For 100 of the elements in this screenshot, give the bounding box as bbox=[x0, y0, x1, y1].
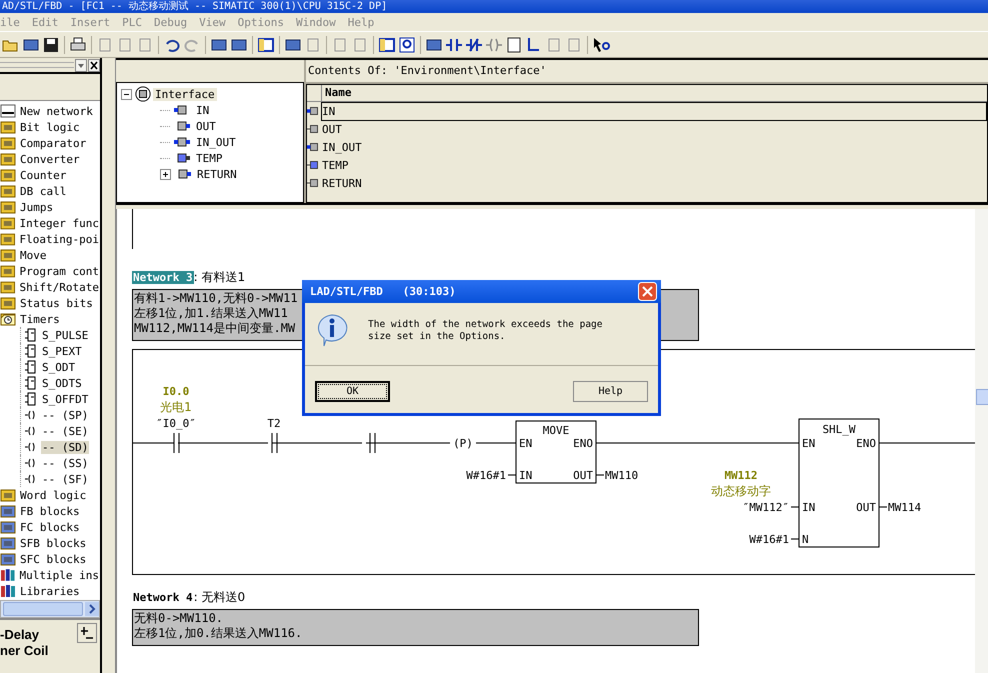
block-name: MOVE bbox=[542, 424, 570, 437]
catalog-item[interactable]: Shift/Rotate bbox=[18, 280, 100, 294]
shift-block[interactable] bbox=[798, 418, 880, 548]
operand-label: ″I0_0″ bbox=[156, 417, 196, 430]
print-icon[interactable] bbox=[69, 36, 87, 54]
collapse-button[interactable] bbox=[121, 88, 132, 100]
catalog-item[interactable]: Comparator bbox=[19, 136, 88, 150]
folder-icon bbox=[0, 552, 16, 566]
catalog-item[interactable]: Timers bbox=[19, 312, 61, 326]
catalog-item[interactable]: Libraries bbox=[19, 584, 81, 598]
catalog-item[interactable]: Program cont bbox=[18, 264, 100, 278]
close-button[interactable] bbox=[88, 58, 100, 72]
folder-icon bbox=[0, 232, 16, 246]
tree-item[interactable]: RETURN bbox=[195, 168, 239, 180]
catalog-item[interactable]: Move bbox=[19, 248, 48, 262]
operand-label: MW110 bbox=[605, 469, 638, 482]
list-row[interactable]: TEMP bbox=[321, 156, 987, 174]
catalog-item[interactable]: FC blocks bbox=[19, 520, 81, 534]
instruction-info-text: ner Coil bbox=[0, 643, 50, 659]
folder-icon bbox=[0, 520, 16, 534]
catalog-item[interactable]: -- (SE) bbox=[41, 424, 90, 438]
parameter-icon bbox=[174, 137, 190, 147]
list-row[interactable]: IN_OUT bbox=[321, 138, 987, 156]
catalog-item[interactable]: -- (SP) bbox=[41, 408, 90, 422]
catalog-item[interactable]: Word logic bbox=[19, 488, 88, 502]
folder-icon bbox=[0, 216, 16, 230]
catalog-item[interactable]: Jumps bbox=[19, 200, 54, 214]
vertical-scrollbar[interactable] bbox=[975, 209, 988, 673]
box-icon[interactable] bbox=[505, 36, 523, 54]
catalog-item[interactable]: Floating-poi bbox=[18, 232, 100, 246]
zoom-icon[interactable] bbox=[398, 36, 416, 54]
coil-symbol: (P) bbox=[453, 437, 473, 450]
catalog-item[interactable]: Bit logic bbox=[19, 120, 81, 134]
tree-item[interactable]: OUT bbox=[194, 120, 218, 132]
overview-icon[interactable] bbox=[378, 36, 396, 54]
pin-button[interactable] bbox=[77, 623, 97, 643]
tree-item[interactable]: TEMP bbox=[194, 152, 224, 164]
pin-label: ENO bbox=[856, 437, 876, 450]
catalog-item[interactable]: DB call bbox=[19, 184, 68, 198]
folder-icon bbox=[0, 264, 16, 278]
tree-item[interactable]: IN_OUT bbox=[194, 136, 238, 148]
catalog-item[interactable]: S_OFFDT bbox=[41, 392, 90, 406]
list-row[interactable]: OUT bbox=[321, 120, 987, 138]
catalog-item[interactable]: S_PULSE bbox=[41, 328, 90, 342]
folder-icon bbox=[0, 184, 16, 198]
catalog-item[interactable]: New network bbox=[19, 104, 94, 118]
folder-icon bbox=[0, 248, 16, 262]
save-icon[interactable] bbox=[42, 36, 60, 54]
catalog-item[interactable]: SFB blocks bbox=[19, 536, 88, 550]
catalog-item[interactable]: Status bits bbox=[19, 296, 94, 310]
operand-symbol: 光电1 bbox=[160, 400, 192, 414]
column-header[interactable]: Name bbox=[322, 85, 987, 101]
network-description: : 有料送1 bbox=[194, 268, 246, 286]
network-title[interactable]: Network 3 bbox=[132, 270, 194, 284]
list-row[interactable]: IN bbox=[321, 102, 987, 120]
folder-icon bbox=[0, 536, 16, 550]
window-icon[interactable] bbox=[257, 36, 275, 54]
expand-button[interactable] bbox=[160, 168, 171, 180]
horizontal-scrollbar[interactable] bbox=[0, 600, 100, 618]
catalog-item[interactable]: FB blocks bbox=[19, 504, 81, 518]
pin-label: EN bbox=[802, 437, 816, 450]
catalog-item[interactable]: S_PEXT bbox=[41, 344, 83, 358]
move-block[interactable] bbox=[516, 420, 596, 484]
tree-item[interactable]: Interface bbox=[153, 88, 217, 100]
tree-item[interactable]: IN bbox=[194, 104, 212, 116]
dropdown-button[interactable] bbox=[75, 58, 87, 72]
pin-label: IN bbox=[519, 469, 532, 482]
catalog-item[interactable]: Integer func bbox=[18, 216, 100, 230]
catalog-item[interactable]: -- (SF) bbox=[41, 472, 90, 486]
dialog-message: The width of the network exceeds the page size set in the Options. bbox=[368, 318, 604, 343]
dialog-button[interactable]: Help bbox=[573, 381, 648, 402]
parameter-icon bbox=[307, 106, 321, 116]
operand-address: MW112 bbox=[724, 469, 758, 482]
help-icon[interactable] bbox=[592, 36, 610, 54]
box-icon bbox=[25, 344, 37, 358]
contents-title: Contents Of: 'Environment\Interface' bbox=[306, 60, 988, 84]
folder-icon bbox=[0, 120, 16, 134]
catalog-item[interactable]: SFC blocks bbox=[19, 552, 88, 566]
information-icon bbox=[315, 313, 349, 347]
catalog-item[interactable]: Converter bbox=[19, 152, 81, 166]
catalog-item[interactable]: S_ODTS bbox=[41, 376, 83, 390]
catalog-item[interactable]: Counter bbox=[19, 168, 68, 182]
scroll-right-icon[interactable] bbox=[85, 602, 99, 616]
parameter-icon bbox=[307, 142, 321, 152]
network-description: : 无料送0 bbox=[194, 588, 246, 606]
catalog-item[interactable]: Multiple ins bbox=[18, 568, 100, 582]
dialog-button[interactable]: OK bbox=[315, 381, 390, 402]
pin-label: OUT bbox=[856, 501, 876, 514]
books-icon bbox=[0, 584, 16, 598]
list-row[interactable]: RETURN bbox=[321, 174, 987, 192]
normally-closed-contact-icon[interactable] bbox=[465, 36, 483, 54]
catalog-item[interactable]: -- (SD) bbox=[41, 440, 90, 454]
folder-icon bbox=[0, 280, 16, 294]
coil-icon bbox=[25, 408, 37, 422]
box-icon bbox=[25, 392, 37, 406]
catalog-item[interactable]: -- (SS) bbox=[41, 456, 90, 470]
catalog-item[interactable]: S_ODT bbox=[41, 360, 76, 374]
network-title[interactable]: Network 4 bbox=[132, 590, 194, 604]
folder-icon bbox=[0, 200, 16, 214]
splitter-bar[interactable] bbox=[100, 58, 116, 673]
